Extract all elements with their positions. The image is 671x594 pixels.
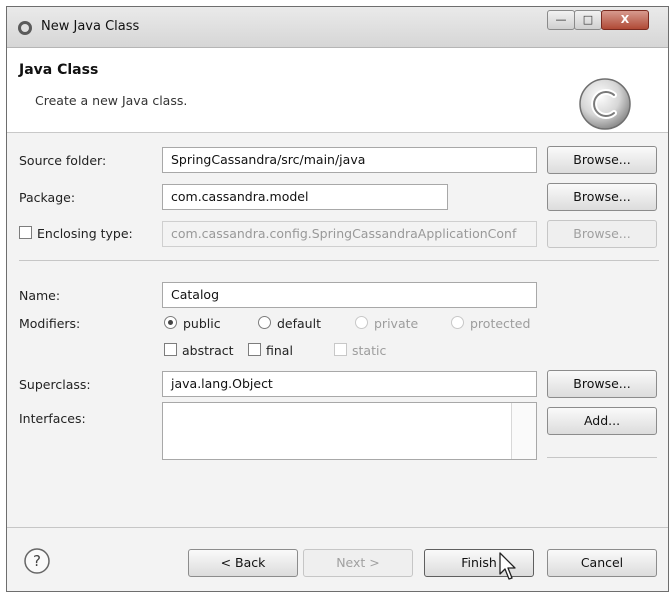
help-icon[interactable]: ? xyxy=(23,547,51,575)
window-title: New Java Class xyxy=(41,19,140,34)
interfaces-list-scrollbar[interactable] xyxy=(511,403,536,459)
close-icon: X xyxy=(620,13,630,26)
back-button[interactable]: < Back xyxy=(188,549,298,577)
modifier-public-radio[interactable]: public xyxy=(164,316,221,331)
modifier-default-label: default xyxy=(277,316,321,331)
java-class-badge-icon xyxy=(579,78,631,130)
enclosing-type-browse-button: Browse... xyxy=(547,220,657,248)
svg-text:?: ? xyxy=(33,552,41,570)
checkbox-disabled-icon xyxy=(334,343,347,356)
wizard-header: Java Class Create a new Java class. xyxy=(7,48,668,133)
source-folder-browse-button[interactable]: Browse... xyxy=(547,146,657,174)
divider xyxy=(19,260,659,261)
minimize-button[interactable]: — xyxy=(547,10,575,30)
interfaces-button-divider xyxy=(547,457,657,458)
maximize-icon: □ xyxy=(582,13,594,26)
final-label: final xyxy=(266,343,293,358)
abstract-checkbox[interactable]: abstract xyxy=(164,343,234,358)
package-label: Package: xyxy=(19,190,76,205)
modifier-private-radio: private xyxy=(355,316,418,331)
enclosing-type-input: com.cassandra.config.SpringCassandraAppl… xyxy=(162,221,537,247)
cancel-button[interactable]: Cancel xyxy=(547,549,657,577)
modifiers-label: Modifiers: xyxy=(19,316,81,331)
superclass-browse-button[interactable]: Browse... xyxy=(547,370,657,398)
radio-selected-icon xyxy=(164,316,177,329)
checkbox-icon xyxy=(164,343,177,356)
radio-icon xyxy=(258,316,271,329)
enclosing-type-label: Enclosing type: xyxy=(37,226,133,241)
superclass-input[interactable]: java.lang.Object xyxy=(162,371,537,397)
new-java-class-dialog: New Java Class — □ X Java Class Create a… xyxy=(6,6,669,592)
maximize-button[interactable]: □ xyxy=(574,10,602,30)
minimize-icon: — xyxy=(555,13,567,26)
interfaces-add-button[interactable]: Add... xyxy=(547,407,657,435)
mouse-pointer-icon xyxy=(499,552,516,580)
source-folder-label: Source folder: xyxy=(19,153,107,168)
source-folder-input[interactable]: SpringCassandra/src/main/java xyxy=(162,147,537,173)
final-checkbox[interactable]: final xyxy=(248,343,293,358)
modifier-private-label: private xyxy=(374,316,419,331)
package-browse-button[interactable]: Browse... xyxy=(547,183,657,211)
radio-disabled-icon xyxy=(451,316,464,329)
static-checkbox: static xyxy=(334,343,386,358)
page-title: Java Class xyxy=(19,62,99,78)
footer-divider xyxy=(7,527,668,528)
abstract-label: abstract xyxy=(182,343,234,358)
static-label: static xyxy=(352,343,387,358)
close-button[interactable]: X xyxy=(601,10,649,30)
eclipse-app-icon xyxy=(18,21,32,35)
superclass-label: Superclass: xyxy=(19,377,91,392)
modifier-default-radio[interactable]: default xyxy=(258,316,321,331)
name-input[interactable]: Catalog xyxy=(162,282,537,308)
enclosing-type-check-icon xyxy=(19,226,32,239)
modifier-public-label: public xyxy=(183,316,221,331)
next-button: Next > xyxy=(303,549,413,577)
title-bar: New Java Class — □ X xyxy=(7,7,668,48)
enclosing-type-checkbox[interactable]: Enclosing type: xyxy=(19,226,133,241)
checkbox-icon xyxy=(248,343,261,356)
page-description: Create a new Java class. xyxy=(35,93,188,108)
modifier-protected-label: protected xyxy=(470,316,531,331)
modifier-protected-radio: protected xyxy=(451,316,530,331)
interfaces-label: Interfaces: xyxy=(19,411,86,426)
interfaces-list[interactable] xyxy=(162,402,537,460)
package-input[interactable]: com.cassandra.model xyxy=(162,184,448,210)
name-label: Name: xyxy=(19,288,61,303)
radio-disabled-icon xyxy=(355,316,368,329)
